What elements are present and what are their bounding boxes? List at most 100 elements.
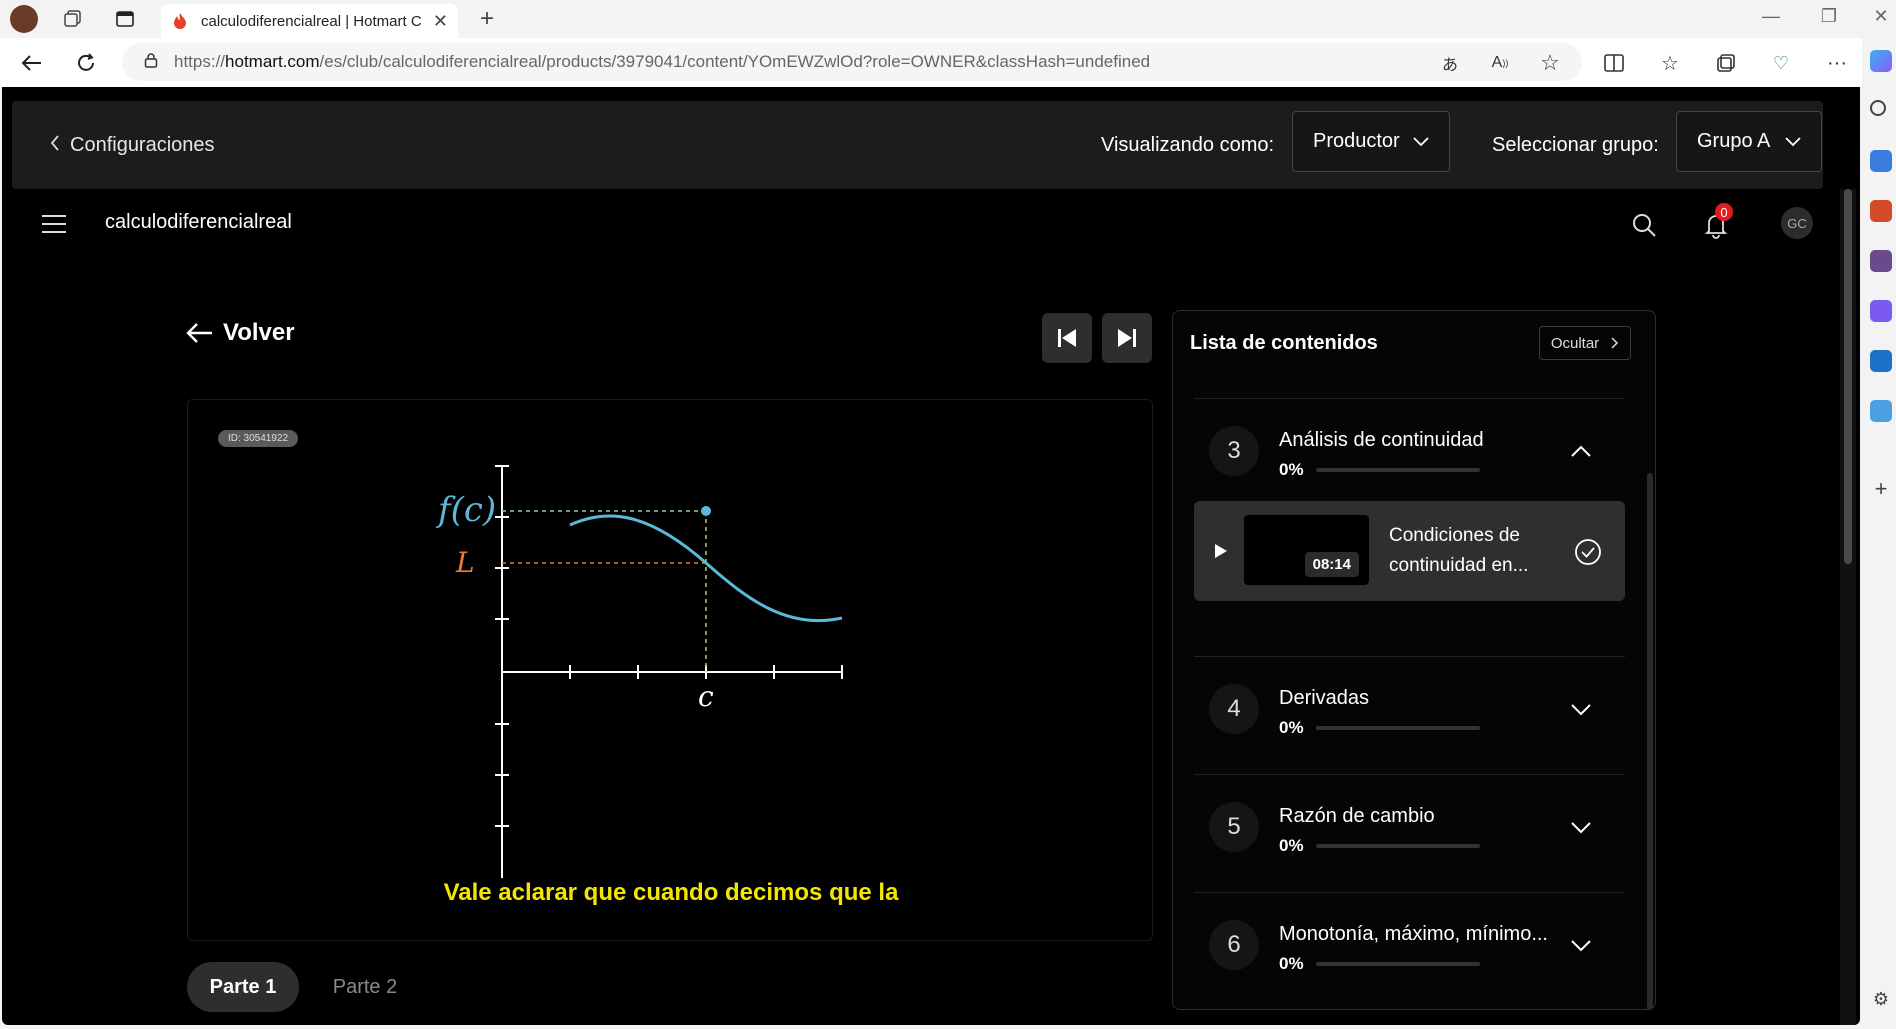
graph-label-c: c bbox=[698, 680, 714, 713]
module-title: Análisis de continuidad bbox=[1279, 429, 1484, 451]
module-progress-label: 0% bbox=[1279, 954, 1304, 973]
back-config-label: Configuraciones bbox=[70, 133, 215, 156]
tab-close-icon[interactable]: ✕ bbox=[433, 11, 448, 32]
collections-icon[interactable] bbox=[1713, 50, 1739, 76]
tab-parte-2[interactable]: Parte 2 bbox=[309, 962, 421, 1012]
module-title: Monotonía, máximo, mínimo... bbox=[1279, 923, 1548, 945]
tab-parte-1[interactable]: Parte 1 bbox=[187, 962, 299, 1012]
url-text: https://hotmart.com/es/club/calculodifer… bbox=[174, 52, 1151, 71]
profile-avatar-icon[interactable] bbox=[10, 5, 38, 33]
video-subtitle: Vale aclarar que cuando decimos que la bbox=[443, 879, 899, 906]
notification-badge: 0 bbox=[1715, 203, 1733, 221]
split-screen-icon[interactable] bbox=[1601, 50, 1627, 76]
skip-previous-icon bbox=[1058, 329, 1076, 347]
chevron-up-icon[interactable] bbox=[1569, 439, 1593, 463]
graph-label-fc: f(c) bbox=[435, 490, 496, 530]
browser-tab-active[interactable]: calculodiferencialreal | Hotmart C ✕ bbox=[161, 4, 458, 38]
chevron-left-icon bbox=[50, 134, 60, 156]
games-icon[interactable] bbox=[1870, 250, 1892, 272]
lesson-title: Condiciones de continuidad en... bbox=[1389, 525, 1529, 576]
outlook-icon[interactable] bbox=[1870, 350, 1892, 372]
skip-next-icon bbox=[1118, 329, 1136, 347]
next-lesson-button[interactable] bbox=[1102, 313, 1152, 363]
video-player[interactable]: ID: 30541922 f(c) L c Vale aclarar que c… bbox=[187, 399, 1153, 941]
lesson-item[interactable]: 08:14 Condiciones de continuidad en... bbox=[1194, 501, 1625, 601]
read-aloud-icon[interactable]: A)) bbox=[1487, 50, 1513, 76]
browser-tab-bar: calculodiferencialreal | Hotmart C ✕ + —… bbox=[0, 0, 1896, 38]
search-sidebar-icon[interactable] bbox=[1870, 100, 1886, 116]
tools-icon[interactable] bbox=[1870, 200, 1892, 222]
browser-essentials-icon[interactable]: ♡ bbox=[1768, 50, 1794, 76]
site-header: calculodiferencialreal 0 GC bbox=[2, 189, 1840, 274]
new-tab-icon[interactable]: + bbox=[474, 5, 500, 32]
module-number: 5 bbox=[1209, 802, 1259, 852]
admin-preview-bar: Configuraciones Visualizando como: Produ… bbox=[12, 101, 1823, 189]
sidebar-settings-icon[interactable]: ⚙ bbox=[1870, 988, 1892, 1010]
favorite-star-icon[interactable]: ☆ bbox=[1537, 50, 1563, 76]
back-label: Volver bbox=[223, 319, 295, 346]
back-to-configuration-link[interactable]: Configuraciones bbox=[50, 101, 215, 189]
module-progress-label: 0% bbox=[1279, 460, 1304, 479]
group-value: Grupo A bbox=[1697, 130, 1771, 152]
window-close-icon[interactable]: ✕ bbox=[1866, 6, 1896, 27]
module-number: 4 bbox=[1209, 684, 1259, 734]
minimize-icon[interactable]: — bbox=[1756, 6, 1786, 27]
brand-name[interactable]: calculodiferencialreal bbox=[105, 211, 292, 234]
module-progress-bar bbox=[1316, 726, 1480, 730]
content-list-scrollbar[interactable] bbox=[1647, 473, 1653, 1009]
chevron-right-icon bbox=[1611, 337, 1619, 349]
avatar[interactable]: GC bbox=[1781, 207, 1813, 239]
module-number: 3 bbox=[1209, 426, 1259, 476]
chevron-down-icon[interactable] bbox=[1569, 697, 1593, 721]
back-icon[interactable] bbox=[16, 48, 46, 78]
previous-lesson-button[interactable] bbox=[1042, 313, 1092, 363]
shopping-icon[interactable] bbox=[1870, 150, 1892, 172]
page-viewport: Configuraciones Visualizando como: Produ… bbox=[2, 87, 1860, 1025]
favorites-icon[interactable]: ☆ bbox=[1657, 50, 1683, 76]
arrow-left-icon bbox=[186, 323, 212, 343]
group-select[interactable]: Grupo A bbox=[1676, 111, 1822, 172]
module-progress-bar bbox=[1316, 468, 1480, 472]
content-list-title: Lista de contenidos bbox=[1190, 332, 1378, 354]
copilot-icon[interactable] bbox=[1870, 50, 1892, 72]
play-icon bbox=[1215, 544, 1227, 558]
vertical-tabs-icon[interactable] bbox=[112, 6, 138, 32]
viewing-as-select[interactable]: Productor bbox=[1292, 111, 1450, 172]
chevron-down-icon bbox=[1785, 136, 1801, 146]
reload-icon[interactable] bbox=[71, 48, 101, 78]
chevron-down-icon[interactable] bbox=[1569, 815, 1593, 839]
url-field[interactable]: https://hotmart.com/es/club/calculodifer… bbox=[122, 43, 1582, 81]
video-graph: f(c) L c bbox=[435, 465, 843, 878]
module-item[interactable]: 5 Razón de cambio 0% bbox=[1194, 774, 1625, 892]
module-progress-bar bbox=[1316, 962, 1480, 966]
module-item[interactable]: 6 Monotonía, máximo, mínimo... 0% bbox=[1194, 892, 1625, 1009]
hide-list-button[interactable]: Ocultar bbox=[1539, 326, 1631, 360]
module-number: 6 bbox=[1209, 920, 1259, 970]
search-icon[interactable] bbox=[1630, 211, 1658, 239]
workspaces-icon[interactable] bbox=[60, 6, 86, 32]
content-list-panel: Lista de contenidos Ocultar 3 Análisis d… bbox=[1172, 310, 1656, 1010]
add-sidebar-icon[interactable]: + bbox=[1870, 478, 1892, 500]
chevron-down-icon bbox=[1413, 136, 1429, 146]
lock-icon[interactable] bbox=[144, 52, 158, 72]
hotmart-favicon-icon bbox=[171, 12, 189, 30]
check-circle-icon[interactable] bbox=[1574, 538, 1602, 566]
microsoft365-icon[interactable] bbox=[1870, 300, 1892, 322]
lesson-duration: 08:14 bbox=[1304, 552, 1359, 577]
back-button[interactable]: Volver bbox=[185, 319, 295, 347]
module-item[interactable]: 4 Derivadas 0% bbox=[1194, 656, 1625, 774]
address-bar-row: https://hotmart.com/es/club/calculodifer… bbox=[0, 38, 1896, 87]
module-progress-label: 0% bbox=[1279, 718, 1304, 737]
module-title: Derivadas bbox=[1279, 687, 1370, 709]
more-menu-icon[interactable]: ··· bbox=[1824, 50, 1850, 76]
send-icon[interactable] bbox=[1870, 400, 1892, 422]
chevron-down-icon[interactable] bbox=[1569, 933, 1593, 957]
graph-label-l: L bbox=[455, 546, 475, 579]
viewing-as-label: Visualizando como: bbox=[1101, 133, 1275, 156]
translate-icon[interactable]: あ bbox=[1437, 50, 1463, 76]
module-title: Razón de cambio bbox=[1279, 805, 1435, 827]
module-progress-bar bbox=[1316, 844, 1480, 848]
page-scrollbar[interactable] bbox=[1840, 189, 1856, 1025]
menu-icon[interactable] bbox=[42, 215, 66, 235]
restore-icon[interactable]: ❐ bbox=[1814, 6, 1844, 27]
